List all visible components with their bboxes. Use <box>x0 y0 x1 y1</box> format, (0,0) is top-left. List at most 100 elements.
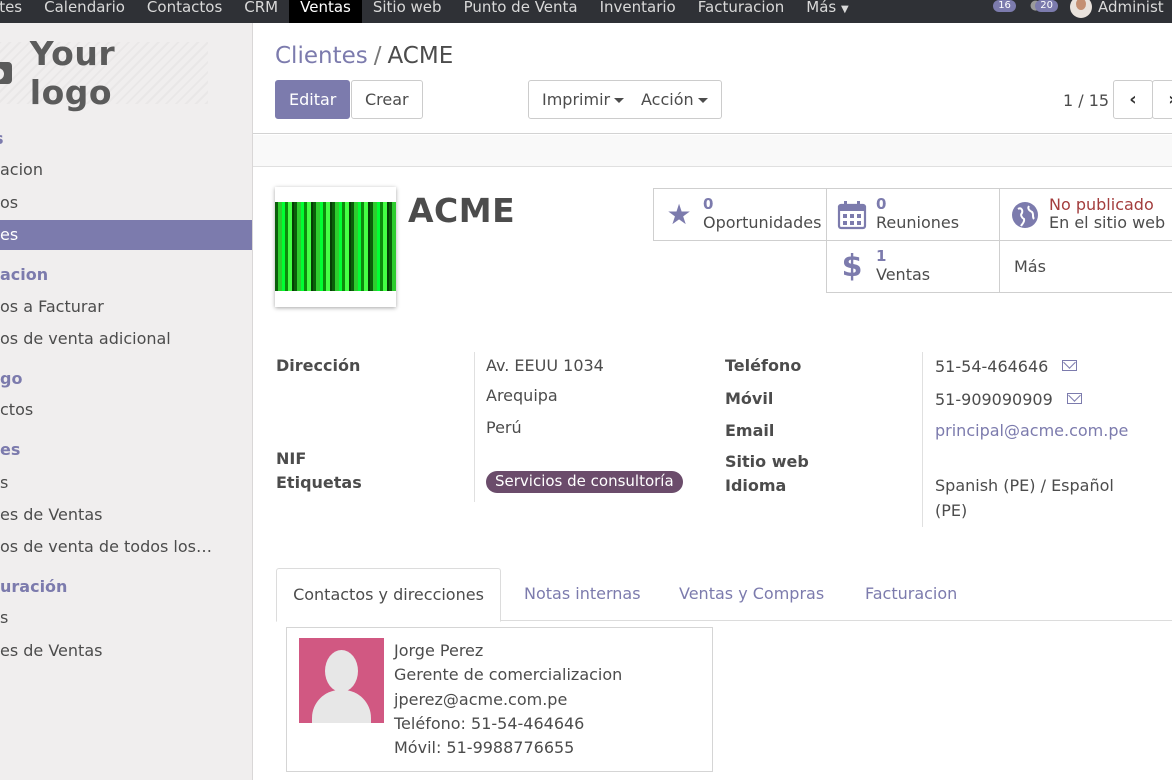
sidebar-item[interactable]: os a Facturar <box>0 292 252 322</box>
contact-name: Jorge Perez <box>394 641 484 660</box>
menu-item-mas[interactable]: Más ▼ <box>795 0 859 23</box>
envelope-icon[interactable] <box>1062 360 1078 371</box>
edit-button[interactable]: Editar <box>275 80 351 119</box>
sidebar-section-head: acion <box>0 265 49 284</box>
sales-button[interactable]: $ 1 Ventas <box>826 240 1000 293</box>
star-icon: ★ <box>666 198 692 231</box>
field-divider <box>474 352 475 502</box>
email-link[interactable]: principal@acme.com.pe <box>935 421 1128 440</box>
sidebar-section-head: s <box>0 127 4 151</box>
menu-item-contactos[interactable]: Contactos <box>136 0 233 23</box>
website-publish-button[interactable]: No publicado En el sitio web <box>999 188 1172 241</box>
camera-icon <box>0 62 12 84</box>
menu-item-calendario[interactable]: Calendario <box>33 0 136 23</box>
address-street: Av. EEUU 1034 <box>486 356 604 375</box>
menu-item-inventario[interactable]: Inventario <box>589 0 687 23</box>
tab-notas-internas[interactable]: Notas internas <box>524 568 641 622</box>
tags-label: Etiquetas <box>276 473 362 492</box>
phone-value: 51-54-464646 <box>935 357 1049 376</box>
company-logo[interactable]: Your logo <box>0 34 208 112</box>
sales-count: 1 <box>876 247 887 265</box>
sales-label: Ventas <box>876 265 931 284</box>
contact-card[interactable]: Jorge Perez Gerente de comercializacion … <box>286 627 713 772</box>
user-avatar[interactable] <box>1070 0 1092 18</box>
mobile-label: Móvil <box>725 389 774 408</box>
website-label: En el sitio web <box>1049 213 1166 232</box>
menu-item-punto-de-venta[interactable]: Punto de Venta <box>453 0 589 23</box>
breadcrumb: Clientes / ACME <box>275 43 453 69</box>
sidebar-section-head: es <box>0 440 21 459</box>
chevron-left-icon: ‹ <box>1129 89 1137 110</box>
menu-item-cut[interactable]: ates <box>0 0 33 23</box>
pager-previous-button[interactable]: ‹ <box>1113 80 1153 119</box>
field-divider <box>922 352 923 527</box>
control-panel: Clientes / ACME Editar Crear Imprimir Acci… <box>253 23 1172 134</box>
sidebar-section-head: go <box>0 369 23 388</box>
breadcrumb-separator: / <box>373 43 382 69</box>
sidebar-item[interactable]: os de venta adicional <box>0 324 252 354</box>
menu-item-facturacion[interactable]: Facturacion <box>687 0 796 23</box>
pager-next-button[interactable]: › <box>1152 80 1172 119</box>
caret-down-icon <box>697 98 708 103</box>
mobile-value: 51-909090909 <box>935 390 1053 409</box>
print-dropdown[interactable]: Imprimir <box>528 80 639 119</box>
notebook-tabs: Contactos y direcciones Notas internas V… <box>276 568 1172 622</box>
meetings-count: 0 <box>876 195 887 213</box>
action-dropdown[interactable]: Acción <box>628 80 722 119</box>
phone-label: Teléfono <box>725 356 802 375</box>
opportunities-label: Oportunidades <box>703 213 822 232</box>
language-label: Idioma <box>725 476 787 495</box>
menu-item-sitio-web[interactable]: Sitio web <box>362 0 453 23</box>
breadcrumb-current: ACME <box>387 43 454 69</box>
contact-avatar <box>299 638 384 723</box>
meetings-button[interactable]: 0 Reuniones <box>826 188 1000 241</box>
avatar-head-shape <box>325 650 358 692</box>
user-name[interactable]: Administ <box>1098 0 1172 14</box>
caret-down-icon <box>614 98 625 103</box>
messages-badge[interactable]: 20 <box>1035 0 1058 12</box>
calendar-icon <box>836 199 868 231</box>
contact-phone: Teléfono: 51-54-464646 <box>394 714 585 733</box>
contact-email[interactable]: jperez@acme.com.pe <box>394 690 567 709</box>
sidebar-item-clientes[interactable]: es <box>0 220 252 250</box>
more-button[interactable]: Más <box>999 240 1172 293</box>
partner-image[interactable] <box>275 187 396 307</box>
sidebar-item[interactable]: os <box>0 188 252 218</box>
sidebar-item[interactable]: acion <box>0 155 252 185</box>
tab-ventas-y-compras[interactable]: Ventas y Compras <box>679 568 824 622</box>
print-label: Imprimir <box>542 90 611 109</box>
statusbar-band <box>253 135 1172 167</box>
menu-item-crm[interactable]: CRM <box>233 0 289 23</box>
sidebar-item[interactable]: es de Ventas <box>0 500 252 530</box>
pager-value[interactable]: 1 / 15 <box>1063 91 1109 110</box>
breadcrumb-clientes[interactable]: Clientes <box>275 43 368 69</box>
app-menu: ates Calendario Contactos CRM Ventas Sit… <box>0 0 860 23</box>
opportunities-button[interactable]: ★ 0 Oportunidades <box>653 188 827 241</box>
sidebar-item[interactable]: os de venta de todos los… <box>0 532 252 562</box>
tag-badge[interactable]: Servicios de consultoría <box>486 471 683 493</box>
website-label: Sitio web <box>725 452 809 471</box>
language-value-line1: Spanish (PE) / Español <box>935 476 1114 495</box>
chevron-right-icon: › <box>1168 89 1172 110</box>
chevron-down-icon: ▼ <box>841 4 849 15</box>
partner-name: ACME <box>408 191 516 230</box>
contact-title: Gerente de comercializacion <box>394 665 623 684</box>
sidebar-item[interactable]: es de Ventas <box>0 636 252 666</box>
envelope-icon[interactable] <box>1066 393 1082 404</box>
activity-badge[interactable]: 16 <box>993 0 1016 12</box>
tab-contactos-y-direcciones[interactable]: Contactos y direcciones <box>276 568 501 622</box>
address-country: Perú <box>486 418 522 437</box>
menu-item-ventas[interactable]: Ventas <box>289 0 362 23</box>
language-value-line2: (PE) <box>935 501 968 520</box>
sidebar-item[interactable]: ctos <box>0 395 252 425</box>
create-button[interactable]: Crear <box>351 80 423 119</box>
mas-label: Más <box>806 0 837 16</box>
sidebar-item[interactable]: s <box>0 603 252 633</box>
tab-facturacion[interactable]: Facturacion <box>865 568 957 622</box>
nif-label: NIF <box>276 449 307 468</box>
more-label: Más <box>1014 257 1046 276</box>
dollar-icon: $ <box>841 249 863 284</box>
sidebar-item[interactable]: s <box>0 468 252 498</box>
meetings-label: Reuniones <box>876 213 960 232</box>
logo-text: Your logo <box>29 34 116 112</box>
